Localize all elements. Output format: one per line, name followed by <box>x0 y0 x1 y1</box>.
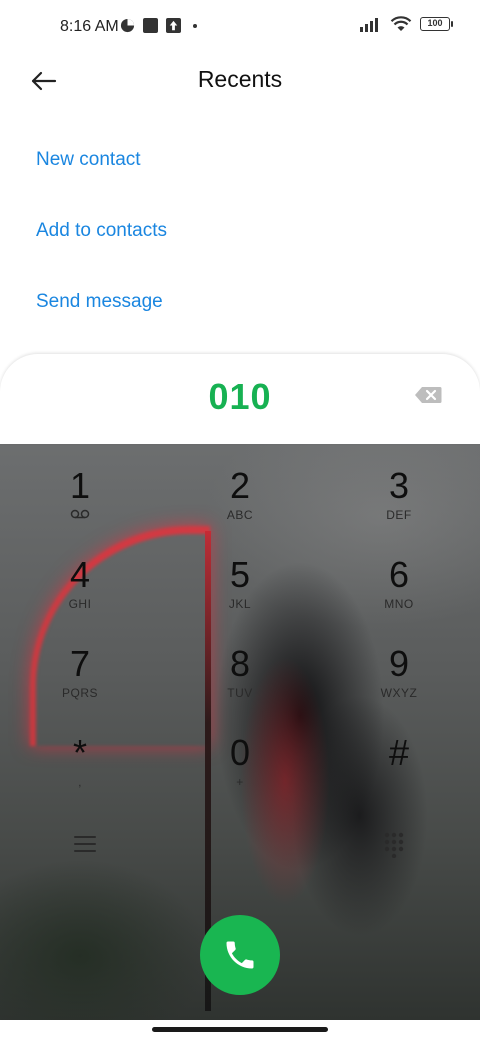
wifi-icon <box>390 16 412 31</box>
key-letters: JKL <box>228 597 252 611</box>
key-digit: 1 <box>69 465 91 506</box>
key-digit: 6 <box>388 554 410 595</box>
menu-icon <box>74 836 96 838</box>
key-7[interactable]: 7 PQRS <box>35 644 125 714</box>
key-letters: ABC <box>226 508 254 522</box>
key-1[interactable]: 1 <box>35 466 125 536</box>
key-letters: TUV <box>227 686 253 700</box>
key-digit: 9 <box>388 643 410 684</box>
battery-icon: 100 <box>420 17 453 31</box>
notification-square-icon <box>143 18 158 33</box>
backspace-button[interactable] <box>414 386 442 404</box>
key-9[interactable]: 9 WXYZ <box>354 644 444 714</box>
key-letters: WXYZ <box>380 686 418 700</box>
send-message-link[interactable]: Send message <box>36 291 163 313</box>
key-letters: PQRS <box>61 686 98 700</box>
key-letters: , <box>78 775 82 789</box>
add-to-contacts-link[interactable]: Add to contacts <box>36 220 167 242</box>
status-time: 8:16 AM <box>60 18 119 35</box>
key-digit: 5 <box>229 554 251 595</box>
data-saver-icon <box>120 18 135 33</box>
dialed-number: 010 <box>208 376 272 417</box>
dialpad-icon <box>384 832 404 859</box>
signal-icon <box>360 18 378 32</box>
key-digit: 2 <box>229 465 251 506</box>
new-contact-link[interactable]: New contact <box>36 149 141 171</box>
key-digit: 7 <box>69 643 91 684</box>
status-bar: 8:16 AM 100 <box>0 0 480 56</box>
dialpad-toggle-button[interactable] <box>384 832 404 859</box>
key-letters: GHI <box>68 597 92 611</box>
menu-button[interactable] <box>74 836 96 854</box>
key-letters: + <box>236 775 244 789</box>
key-2[interactable]: 2 ABC <box>195 466 285 536</box>
key-letters: MNO <box>384 597 414 611</box>
key-digit: # <box>388 732 410 773</box>
key-6[interactable]: 6 MNO <box>354 555 444 625</box>
status-right-icons: 100 <box>360 16 453 32</box>
phone-icon <box>226 941 254 969</box>
voicemail-icon <box>70 509 90 519</box>
page-title: Recents <box>197 66 283 92</box>
key-digit: * <box>72 732 87 773</box>
key-digit: 8 <box>229 643 251 684</box>
key-star[interactable]: * , <box>35 733 125 803</box>
key-digit: 4 <box>69 554 91 595</box>
home-indicator[interactable] <box>152 1027 328 1032</box>
key-hash[interactable]: # <box>354 733 444 803</box>
key-0[interactable]: 0 + <box>195 733 285 803</box>
key-letters: DEF <box>386 508 412 522</box>
status-left-icons <box>120 18 197 33</box>
key-5[interactable]: 5 JKL <box>195 555 285 625</box>
key-digit: 3 <box>388 465 410 506</box>
dot-icon <box>193 23 197 28</box>
upload-icon <box>166 18 181 33</box>
key-8[interactable]: 8 TUV <box>195 644 285 714</box>
call-button[interactable] <box>200 915 280 995</box>
backspace-icon <box>415 387 442 403</box>
key-digit: 0 <box>229 732 251 773</box>
key-3[interactable]: 3 DEF <box>354 466 444 536</box>
key-4[interactable]: 4 GHI <box>35 555 125 625</box>
